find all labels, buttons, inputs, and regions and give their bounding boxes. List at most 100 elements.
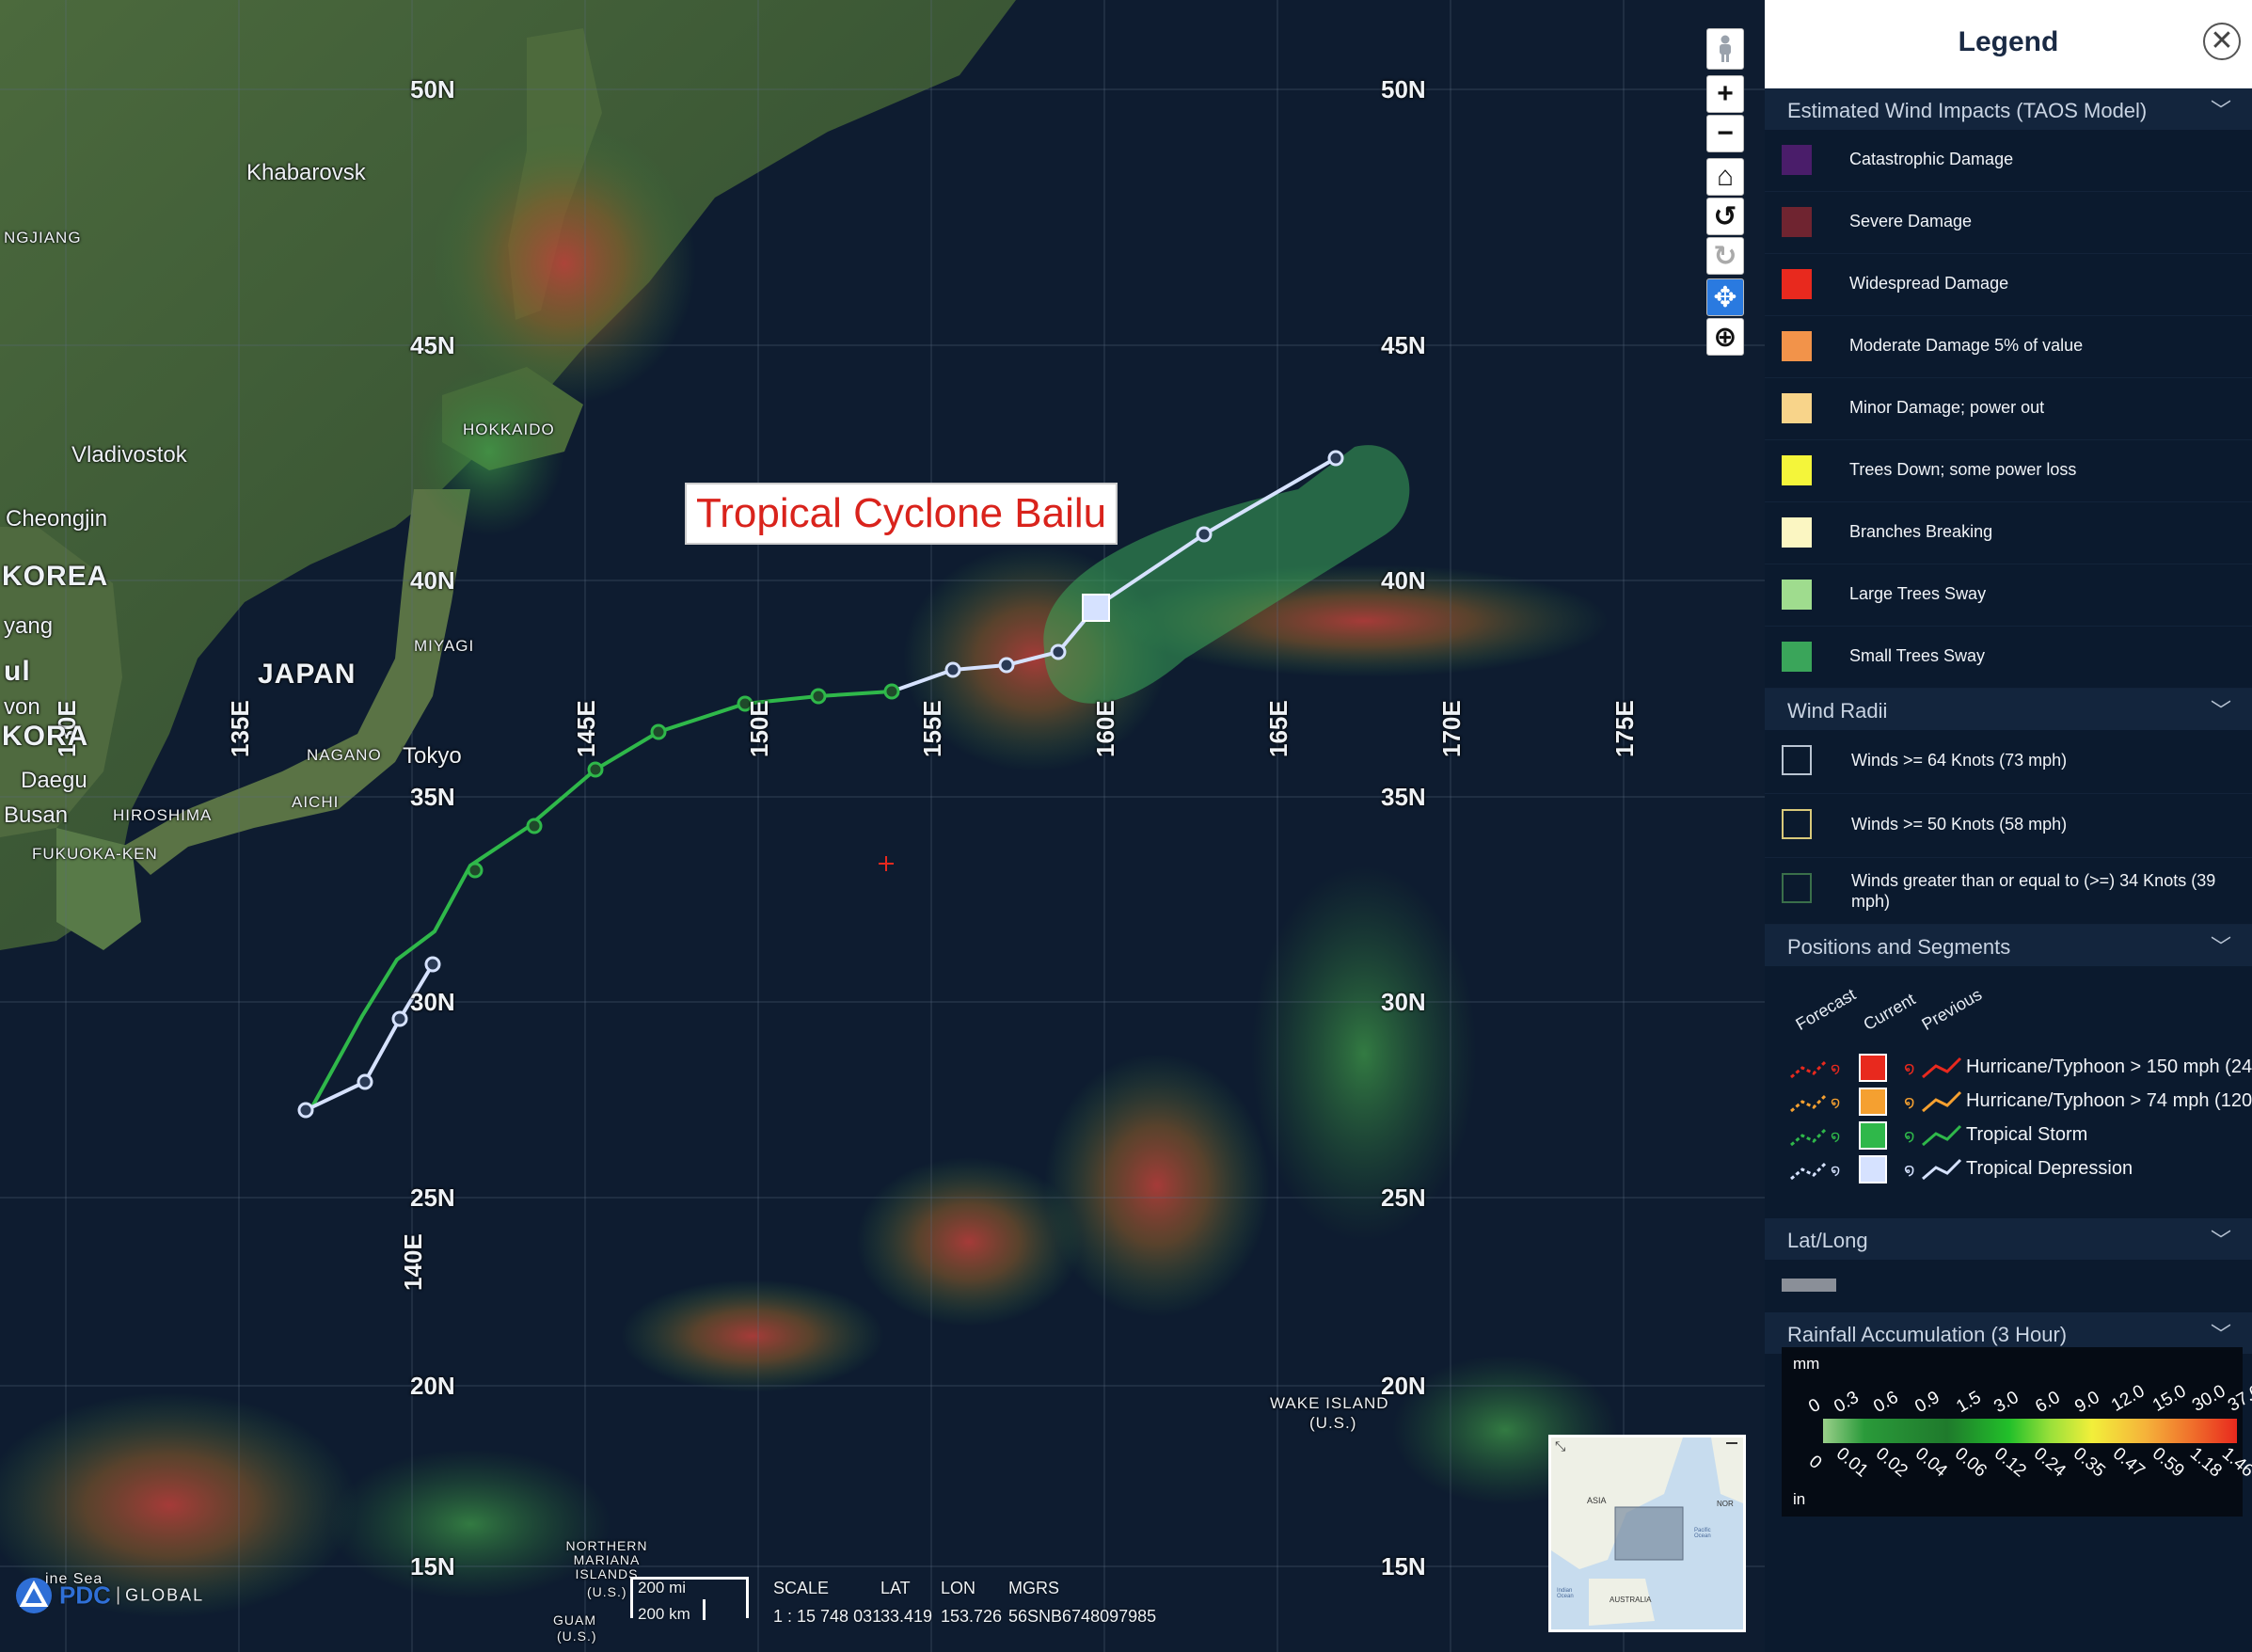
previous-track-icon: ໑ (1904, 1056, 1962, 1079)
map-canvas[interactable] (0, 0, 1765, 1652)
legend-item: Large Trees Sway (1765, 564, 2252, 627)
lat-label: 20N (410, 1372, 455, 1400)
forecast-track-icon: ໑ (1790, 1128, 1840, 1147)
overview-minimap[interactable]: ⤡ ASIA NOR Pacific Ocean Indian Ocean AU… (1548, 1435, 1746, 1632)
legend-item-label: Small Trees Sway (1849, 646, 1986, 665)
svg-text:໑: ໑ (1904, 1058, 1915, 1077)
place-label: HIROSHIMA (113, 806, 213, 824)
color-swatch (1782, 145, 1812, 175)
legend-title: Legend (1958, 26, 2059, 57)
column-header: Previous (1918, 984, 1986, 1035)
place-label: JAPAN (258, 659, 357, 690)
place-label: NAGANO (307, 746, 382, 764)
forecast-track-icon: ໑ (1790, 1162, 1840, 1181)
rain-cell (1251, 866, 1477, 1242)
plus-icon: + (1717, 78, 1734, 109)
lon-readout-value: 153.726 (941, 1607, 1003, 1626)
mm-tick: 30.0 (2188, 1381, 2229, 1416)
rain-cell (1044, 1054, 1270, 1317)
rain-cell (414, 367, 564, 536)
color-swatch (1782, 269, 1812, 299)
rain-cell (621, 1279, 884, 1392)
zoom-in-button[interactable]: + (1706, 75, 1744, 113)
color-swatch (1782, 331, 1812, 361)
scale-label: SCALE (773, 1579, 830, 1597)
lon-label: 140E (399, 1233, 427, 1291)
legend-item-label: Severe Damage (1849, 212, 1973, 230)
legend-item-label: Winds >= 50 Knots (58 mph) (1851, 815, 2068, 834)
pdc-logo[interactable]: PDC | GLOBAL (13, 1577, 204, 1614)
section-title: Estimated Wind Impacts (TAOS Model) (1787, 99, 2148, 122)
place-label: GUAM (553, 1612, 596, 1628)
lon-label: 165E (1264, 700, 1293, 757)
svg-text:໑: ໑ (1904, 1092, 1915, 1111)
section-title: Positions and Segments (1787, 935, 2011, 959)
section-title: Lat/Long (1787, 1229, 1868, 1252)
mm-tick: 0 (1805, 1394, 1824, 1418)
current-marker-swatch (1859, 1121, 1887, 1150)
lat-label: 45N (1381, 331, 1426, 359)
place-label: MIYAGI (414, 637, 475, 655)
previous-track-icon: ໑ (1904, 1158, 1962, 1181)
lat-label: 15N (1381, 1552, 1426, 1581)
section-header-positions[interactable]: Positions and Segments ﹀ (1765, 925, 2252, 966)
legend-item: Minor Damage; power out (1765, 378, 2252, 440)
in-tick: 0.01 (1832, 1443, 1872, 1482)
legend-item: Winds >= 50 Knots (58 mph) (1765, 794, 2252, 858)
svg-text:໑: ໑ (1904, 1126, 1915, 1145)
lat-label: 50N (410, 75, 455, 103)
section-header-radii[interactable]: Wind Radii ﹀ (1765, 689, 2252, 730)
scale-value: 1 : 15 748 031 (773, 1607, 882, 1626)
section-header-wind[interactable]: Estimated Wind Impacts (TAOS Model) ﹀ (1765, 88, 2252, 130)
lon-label: 155E (918, 700, 946, 757)
section-header-latlong[interactable]: Lat/Long ﹀ (1765, 1218, 2252, 1260)
rotate-left-icon: ↺ (1713, 200, 1737, 232)
close-legend-button[interactable]: ✕ (2203, 23, 2241, 60)
column-header: Current (1860, 989, 1919, 1035)
home-icon: ⌂ (1716, 161, 1735, 192)
cyclone-title-label: Tropical Cyclone Bailu (685, 483, 1118, 545)
mm-tick: 15.0 (2149, 1381, 2190, 1416)
street-view-button[interactable] (1706, 28, 1744, 70)
minimap-label: Pacific Ocean (1694, 1528, 1711, 1539)
section-title: Rainfall Accumulation (3 Hour) (1787, 1323, 2068, 1346)
zoom-out-button[interactable]: − (1706, 115, 1744, 152)
place-label: Tokyo (403, 743, 462, 769)
place-label: NORTHERN MARIANA ISLANDS (565, 1538, 648, 1581)
place-label: von (4, 694, 40, 720)
in-tick: 0.12 (1990, 1443, 2030, 1482)
wind-radii-list: Winds >= 64 Knots (73 mph) Winds >= 50 K… (1765, 730, 2252, 925)
rotate-right-icon: ↻ (1713, 240, 1737, 272)
legend-item: Moderate Damage 5% of value (1765, 316, 2252, 378)
minimap-label: Indian Ocean (1557, 1588, 1574, 1599)
in-tick: 0.06 (1950, 1443, 1990, 1482)
outline-swatch (1782, 873, 1812, 903)
svg-text:⤡: ⤡ (1555, 1438, 1565, 1453)
legend-item-label: Moderate Damage 5% of value (1849, 336, 2084, 355)
rain-unit-bottom: in (1793, 1490, 1806, 1508)
column-header: Forecast (1792, 984, 1860, 1035)
mm-tick: 6.0 (2032, 1387, 2064, 1418)
rotate-right-button[interactable]: ↻ (1706, 237, 1744, 275)
lat-label: 25N (1381, 1183, 1426, 1212)
position-row: ໑ ໑ Hurricane/Typhoon > 74 mph (120 (1765, 1085, 2252, 1119)
mm-tick: 9.0 (2071, 1387, 2103, 1418)
color-swatch (1782, 517, 1812, 548)
legend-item: Catastrophic Damage (1765, 130, 2252, 192)
home-button[interactable]: ⌂ (1706, 158, 1744, 196)
zoom-box-button[interactable]: ⊕ (1706, 318, 1744, 356)
in-tick: 0 (1804, 1452, 1826, 1474)
in-tick: 0.24 (2029, 1443, 2070, 1482)
wind-impact-list: Catastrophic Damage Severe Damage Widesp… (1765, 130, 2252, 689)
minimap-label: ASIA (1587, 1496, 1607, 1505)
current-marker-swatch (1859, 1088, 1887, 1116)
in-tick: 0.47 (2108, 1443, 2149, 1482)
place-label: Vladivostok (71, 442, 187, 468)
lat-label: 50N (1381, 75, 1426, 103)
legend-item: Small Trees Sway (1765, 627, 2252, 689)
map-view[interactable]: 50N 45N 40N 35N 30N 25N 20N 15N 50N 45N … (0, 0, 1765, 1652)
current-position-marker[interactable] (1082, 594, 1110, 622)
rotate-left-button[interactable]: ↺ (1706, 198, 1744, 235)
pan-button[interactable]: ✥ (1706, 278, 1744, 316)
previous-track-icon: ໑ (1904, 1124, 1962, 1147)
